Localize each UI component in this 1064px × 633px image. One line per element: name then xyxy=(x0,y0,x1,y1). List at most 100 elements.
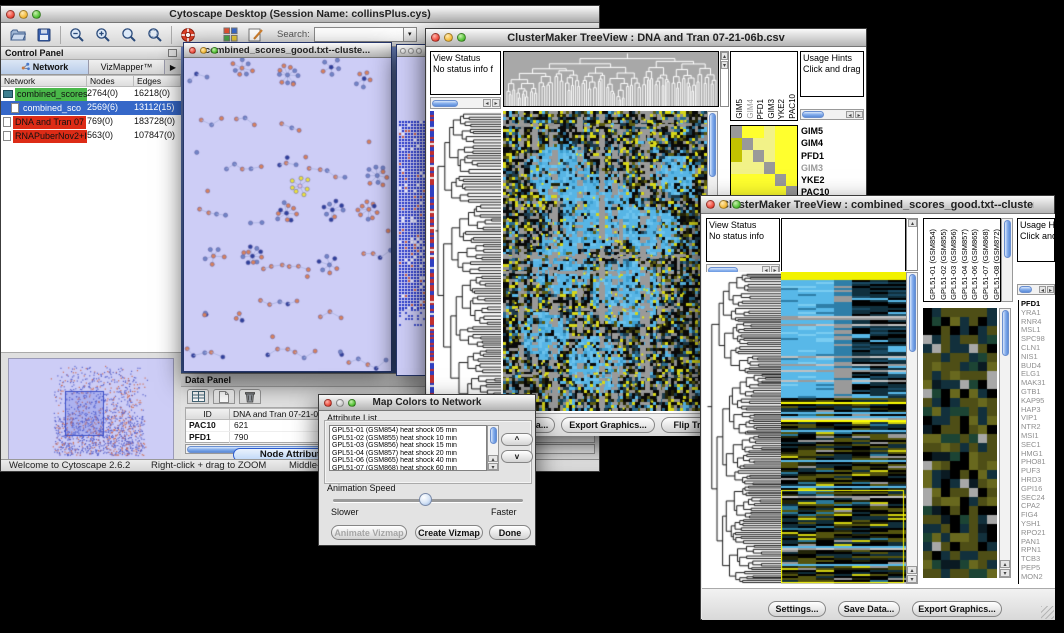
zoom-button[interactable] xyxy=(32,10,41,19)
scroll-right-arrow[interactable]: ▸ xyxy=(1047,286,1054,293)
hscroll-thumb[interactable] xyxy=(1019,286,1032,293)
treeview1-usage-hscrollbar[interactable]: ◂ ▸ xyxy=(800,109,864,120)
similarity-matrix-cell[interactable] xyxy=(786,150,797,162)
similarity-matrix-cell[interactable] xyxy=(731,138,742,150)
scroll-down-arrow[interactable]: ▾ xyxy=(721,61,728,69)
search-dropdown-arrow[interactable]: ▾ xyxy=(404,27,417,42)
minimize-button[interactable] xyxy=(200,47,207,54)
treeview1-row-dendrogram[interactable] xyxy=(434,111,501,411)
similarity-matrix-cell[interactable] xyxy=(786,162,797,174)
close-button[interactable] xyxy=(431,33,440,42)
network-canvas-2[interactable] xyxy=(397,57,428,375)
export-graphics-button[interactable]: Export Graphics... xyxy=(912,601,1002,617)
tab-vizmapper[interactable]: VizMapper™ xyxy=(89,60,165,74)
save-icon[interactable] xyxy=(31,25,57,45)
similarity-matrix-cell[interactable] xyxy=(753,174,764,186)
zoom-button[interactable] xyxy=(211,47,218,54)
scroll-down-arrow[interactable]: ▾ xyxy=(1000,569,1010,577)
scroll-up-arrow[interactable]: ▴ xyxy=(907,566,917,574)
scroll-down-arrow[interactable]: ▾ xyxy=(488,463,498,470)
column-header-edges[interactable]: Edges xyxy=(134,75,181,87)
vscroll-thumb[interactable] xyxy=(1002,310,1009,356)
zoom-button[interactable] xyxy=(457,33,466,42)
similarity-matrix-cell[interactable] xyxy=(731,126,742,138)
attribute-item[interactable]: GPL51-06 (GSM865) heat shock 40 min xyxy=(332,457,484,465)
zoom-in-icon[interactable] xyxy=(90,25,116,45)
scroll-up-arrow[interactable]: ▴ xyxy=(488,455,498,462)
minimize-button[interactable] xyxy=(444,33,453,42)
map-dialog-titlebar[interactable]: Map Colors to Network xyxy=(319,395,535,411)
scroll-up-arrow[interactable]: ▴ xyxy=(721,52,728,60)
similarity-matrix-cell[interactable] xyxy=(775,150,786,162)
scroll-up-arrow[interactable]: ▴ xyxy=(1000,560,1010,568)
similarity-matrix-cell[interactable] xyxy=(742,126,753,138)
treeview1-status-hscrollbar[interactable]: ◂ ▸ xyxy=(430,97,501,109)
attribute-list-vscrollbar[interactable]: ▴ ▾ xyxy=(487,425,499,471)
similarity-matrix-cell[interactable] xyxy=(753,150,764,162)
treeview1-titlebar[interactable]: ClusterMaker TreeView : DNA and Tran 07-… xyxy=(426,29,866,47)
animation-slider-thumb[interactable] xyxy=(419,493,432,506)
resize-grip[interactable] xyxy=(1041,606,1054,619)
zoom-fit-icon[interactable] xyxy=(116,25,142,45)
zoom-button[interactable] xyxy=(348,399,356,407)
attribute-list[interactable]: GPL51-01 (GSM854) heat shock 05 minGPL51… xyxy=(329,425,487,471)
zoom-selected-icon[interactable] xyxy=(142,25,168,45)
scroll-up-arrow[interactable]: ▴ xyxy=(908,219,917,227)
similarity-matrix-cell[interactable] xyxy=(753,126,764,138)
vscroll-thumb[interactable] xyxy=(709,113,716,177)
treeview2-mini-vscroll[interactable]: ▴ xyxy=(906,218,918,271)
treeview2-zoom-heatmap[interactable] xyxy=(923,308,997,578)
export-graphics-button[interactable]: Export Graphics... xyxy=(561,417,655,433)
attribute-item[interactable]: GPL51-07 (GSM868) heat shock 60 min xyxy=(332,465,484,471)
treeview2-titlebar[interactable]: ClusterMaker TreeView : combined_scores_… xyxy=(701,196,1054,214)
network-view-titlebar[interactable]: combined_scores_good.txt--cluste... xyxy=(184,43,391,58)
similarity-matrix-cell[interactable] xyxy=(731,174,742,186)
similarity-matrix-cell[interactable] xyxy=(775,138,786,150)
main-titlebar[interactable]: Cytoscape Desktop (Session Name: collins… xyxy=(1,6,599,23)
move-up-button[interactable]: ^ xyxy=(501,433,533,446)
similarity-matrix-cell[interactable] xyxy=(742,138,753,150)
similarity-matrix-cell[interactable] xyxy=(753,162,764,174)
similarity-matrix-cell[interactable] xyxy=(786,126,797,138)
treeview2-labels-vscrollbar[interactable] xyxy=(1001,218,1013,302)
similarity-matrix-cell[interactable] xyxy=(775,126,786,138)
similarity-matrix-cell[interactable] xyxy=(742,174,753,186)
float-panel-icon[interactable] xyxy=(168,49,177,57)
new-attribute-icon[interactable] xyxy=(213,389,235,404)
scroll-left-arrow[interactable]: ◂ xyxy=(846,111,854,118)
close-button[interactable] xyxy=(189,47,196,54)
minimize-button[interactable] xyxy=(19,10,28,19)
done-button[interactable]: Done xyxy=(489,525,531,540)
similarity-matrix-cell[interactable] xyxy=(764,174,775,186)
network-list-row[interactable]: combined_sco2569(6)13112(15) xyxy=(1,101,181,115)
similarity-matrix-cell[interactable] xyxy=(764,150,775,162)
minimize-button[interactable] xyxy=(408,48,414,54)
scroll-right-arrow[interactable]: ▸ xyxy=(855,111,863,118)
close-button[interactable] xyxy=(706,200,715,209)
similarity-matrix-cell[interactable] xyxy=(731,150,742,162)
vscroll-thumb[interactable] xyxy=(490,427,497,444)
close-button[interactable] xyxy=(6,10,15,19)
similarity-matrix-cell[interactable] xyxy=(775,174,786,186)
attribute-item[interactable]: GPL51-03 (GSM856) heat shock 15 min xyxy=(332,442,484,450)
attribute-select-icon[interactable] xyxy=(187,389,209,404)
similarity-matrix-cell[interactable] xyxy=(731,162,742,174)
treeview2-zoom-vscrollbar[interactable]: ▴ ▾ xyxy=(999,308,1011,578)
network-list-row[interactable]: RNAPuberNov2+I563(0)107847(0) xyxy=(1,129,181,143)
close-button[interactable] xyxy=(400,48,406,54)
minimize-button[interactable] xyxy=(719,200,728,209)
similarity-matrix-cell[interactable] xyxy=(786,174,797,186)
treeview2-heatmap[interactable] xyxy=(781,272,906,584)
close-button[interactable] xyxy=(324,399,332,407)
similarity-matrix-cell[interactable] xyxy=(742,150,753,162)
delete-attribute-trash-icon[interactable] xyxy=(239,389,261,404)
move-down-button[interactable]: v xyxy=(501,450,533,463)
attribute-item[interactable]: GPL51-04 (GSM857) heat shock 20 min xyxy=(332,450,484,458)
vscroll-thumb[interactable] xyxy=(1004,220,1011,258)
similarity-matrix-cell[interactable] xyxy=(742,162,753,174)
hscroll-thumb[interactable] xyxy=(432,100,458,107)
search-input[interactable] xyxy=(314,27,404,42)
minimize-button[interactable] xyxy=(336,399,344,407)
zoom-button[interactable] xyxy=(416,48,422,54)
animate-vizmap-button[interactable]: Animate Vizmap xyxy=(331,525,407,540)
